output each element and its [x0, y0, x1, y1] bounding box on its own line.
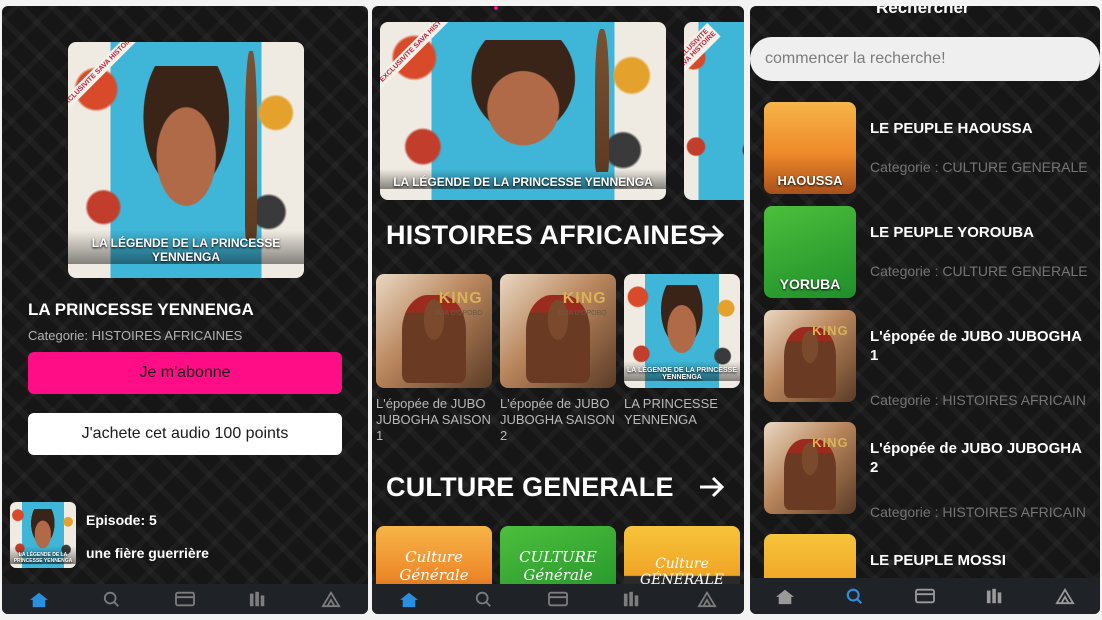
- episode-name[interactable]: une fière guerrière: [86, 545, 209, 561]
- result-cover: HAOUSSA: [764, 102, 856, 194]
- subscribe-button[interactable]: Je m'abonne: [28, 352, 342, 394]
- princess-illustration: [457, 39, 589, 151]
- subscription-card-icon[interactable]: [174, 590, 196, 608]
- result-title: LE PEUPLE MOSSI: [870, 552, 1006, 569]
- library-icon[interactable]: [984, 587, 1006, 605]
- home-icon[interactable]: [28, 590, 50, 608]
- card-jubo-saison-2[interactable]: KING JAJA D'OPOBO L'épopée de JUBO JUBOG…: [500, 274, 616, 444]
- result-cover: YORUBA: [764, 206, 856, 298]
- cover-art: KING JAJA D'OPOBO: [500, 274, 616, 388]
- audio-title: LA PRINCESSE YENNENGA: [28, 300, 254, 319]
- card-jubo-saison-1[interactable]: KING JAJA D'OPOBO L'épopée de JUBO JUBOG…: [376, 274, 492, 444]
- bottom-nav: [750, 578, 1100, 614]
- princess-illustration: [131, 65, 241, 212]
- buy-audio-button[interactable]: J'achete cet audio 100 points: [28, 413, 342, 455]
- indicator-dot: [494, 6, 498, 10]
- profile-logo-icon[interactable]: [320, 590, 342, 608]
- princess-illustration: [27, 508, 59, 550]
- bottom-nav: [372, 584, 744, 614]
- home-screen: EXCLUSIVITE SAVA HISTOIRE LA LÉGENDE DE …: [372, 6, 744, 614]
- result-category: Categorie : CULTURE GENERALE: [870, 263, 1088, 279]
- cover-word: KING: [562, 289, 607, 307]
- search-screen: Rechercher HAOUSSA LE PEUPLE HAOUSSA Cat…: [750, 6, 1100, 614]
- cover-title: LA LÉGENDE DE LA PRINCESSE YENNENGA: [10, 546, 76, 565]
- cover-word: HAOUSSA: [777, 173, 843, 188]
- cover-title: LA LÉGENDE DE LA PRINCESSE YENNENGA: [624, 361, 740, 382]
- cover-word: KING: [812, 434, 849, 450]
- card-princesse-yennenga[interactable]: LA LÉGENDE DE LA PRINCESSE YENNENGA LA P…: [624, 274, 740, 428]
- search-result-item[interactable]: YORUBA LE PEUPLE YOROUBA Categorie : CUL…: [764, 206, 1094, 298]
- search-icon[interactable]: [844, 587, 866, 605]
- episode-thumbnail[interactable]: LA LÉGENDE DE LA PRINCESSE YENNENGA: [10, 502, 76, 568]
- princess-illustration: [655, 285, 709, 357]
- search-result-item[interactable]: KING L'épopée de JUBO JUBOGHA 2 Categori…: [764, 422, 1094, 520]
- result-title: LE PEUPLE HAOUSSA: [870, 120, 1033, 137]
- search-input[interactable]: [750, 37, 1100, 81]
- hero-cover-art: EXCLUSIVITE SAVA HISTOIRE LA LÉGENDE DE …: [68, 42, 304, 278]
- bottom-nav: [2, 584, 368, 614]
- search-icon[interactable]: [473, 590, 495, 608]
- section-title-histoires: HISTOIRES AFRICAINES: [386, 220, 707, 250]
- library-icon[interactable]: [247, 590, 269, 608]
- cover-word: CULTURE Générale: [519, 548, 597, 584]
- cover-sub: JAJA D'OPOBO: [556, 310, 607, 318]
- cover-title: LA LÉGENDE DE LA PRINCESSE YENNENGA: [380, 169, 666, 190]
- episode-number: Episode: 5: [86, 512, 157, 528]
- result-category: Categorie : CULTURE GENERALE: [870, 159, 1088, 175]
- subscription-card-icon[interactable]: [914, 587, 936, 605]
- subscription-card-icon[interactable]: [547, 590, 569, 608]
- result-cover: KING: [764, 422, 856, 514]
- card-label: L'épopée de JUBO JUBOGHA SAISON 2: [500, 396, 615, 443]
- result-cover: KING: [764, 310, 856, 402]
- result-category: Categorie : HISTOIRES AFRICAIN: [870, 392, 1087, 408]
- search-icon[interactable]: [101, 590, 123, 608]
- cover-word: KING: [438, 289, 483, 307]
- cover-word: KING: [812, 322, 849, 338]
- arrow-right-icon[interactable]: [698, 475, 726, 499]
- spear-illustration: [245, 51, 257, 241]
- cover-sub: JAJA D'OPOBO: [432, 310, 483, 318]
- cover-art: KING JAJA D'OPOBO: [376, 274, 492, 388]
- cover-title: LA LÉGENDE DE LA PRINCESSE YENNENGA: [68, 229, 304, 264]
- cover-word: YORUBA: [779, 276, 841, 292]
- result-title: L'épopée de JUBO JUBOGHA 1: [870, 328, 1082, 364]
- result-category: Categorie : HISTOIRES AFRICAIN: [870, 504, 1087, 520]
- episode-detail-screen: EXCLUSIVITE SAVA HISTOIRE LA LÉGENDE DE …: [2, 6, 368, 614]
- arrow-right-icon[interactable]: [698, 223, 726, 247]
- result-title: LE PEUPLE YOROUBA: [870, 224, 1034, 241]
- featured-cover[interactable]: EXCLUSIVITE SAVA HISTOIRE LA LÉGENDE DE …: [380, 22, 666, 200]
- profile-logo-icon[interactable]: [1054, 587, 1076, 605]
- spear-illustration: [594, 29, 609, 172]
- card-label: L'épopée de JUBO JUBOGHA SAISON 1: [376, 396, 491, 443]
- exclusive-ribbon: EXCLUSIVITE SAVA HISTOIRE: [684, 22, 721, 76]
- search-result-item[interactable]: HAOUSSA LE PEUPLE HAOUSSA Categorie : CU…: [764, 102, 1094, 194]
- cover-art: LA LÉGENDE DE LA PRINCESSE YENNENGA: [624, 274, 740, 388]
- home-icon[interactable]: [398, 590, 420, 608]
- profile-logo-icon[interactable]: [696, 590, 718, 608]
- search-result-item[interactable]: KING L'épopée de JUBO JUBOGHA 1 Categori…: [764, 310, 1094, 408]
- cover-word: Culture Générale: [399, 548, 469, 584]
- library-icon[interactable]: [621, 590, 643, 608]
- audio-category: Categorie: HISTOIRES AFRICAINES: [28, 328, 243, 343]
- result-title: L'épopée de JUBO JUBOGHA 2: [870, 440, 1082, 476]
- featured-cover-next[interactable]: EXCLUSIVITE SAVA HISTOIRE: [684, 22, 744, 200]
- card-label: LA PRINCESSE YENNENGA: [624, 396, 718, 427]
- page-title: Rechercher: [876, 6, 970, 17]
- section-title-culture: CULTURE GENERALE: [386, 472, 674, 502]
- home-icon[interactable]: [774, 587, 796, 605]
